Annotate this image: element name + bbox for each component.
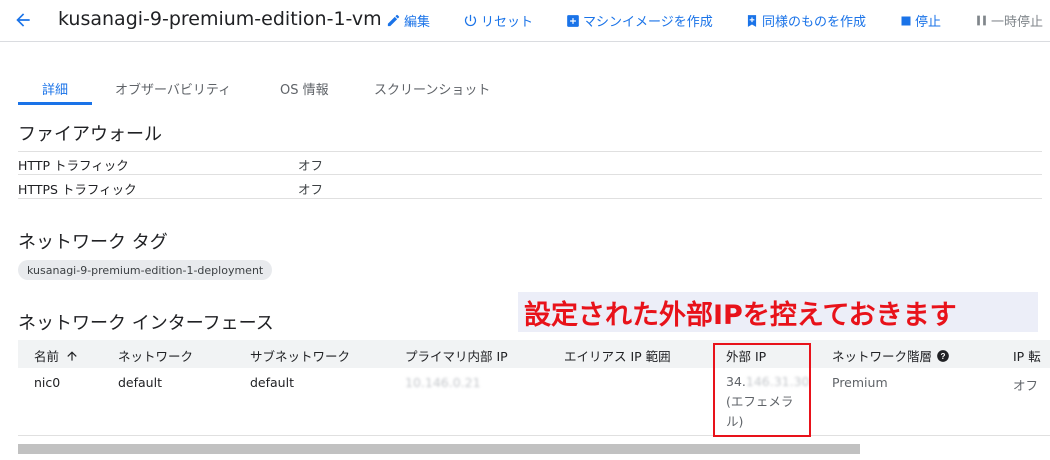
network-interfaces-title: ネットワーク インターフェース — [18, 313, 274, 334]
create-similar-label: 同様のものを作成 — [762, 15, 867, 30]
column-header-subnet[interactable]: サブネットワーク — [250, 346, 350, 365]
stop-button[interactable]: 停止 — [900, 11, 941, 30]
cell-subnet[interactable]: default — [250, 375, 294, 390]
cell-tier: Premium — [832, 375, 888, 390]
firewall-title: ファイアウォール — [18, 124, 162, 145]
column-header-name[interactable]: 名前 — [34, 346, 79, 365]
annotation-callout: 設定された外部IPを控えておきます — [518, 292, 1038, 332]
edit-button[interactable]: 編集 — [386, 11, 430, 30]
stop-icon — [901, 16, 911, 25]
tab-observability[interactable]: オブザーバビリティ — [115, 79, 231, 98]
firewall-key: HTTPS トラフィック — [18, 182, 137, 197]
suspend-button[interactable]: 一時停止 — [975, 11, 1043, 30]
back-button[interactable] — [10, 7, 36, 33]
arrow-up-icon — [67, 350, 77, 361]
tab-details[interactable]: 詳細 — [42, 79, 68, 98]
pencil-icon — [387, 14, 400, 27]
create-similar-button[interactable]: 同様のものを作成 — [745, 11, 866, 30]
page-title: kusanagi-9-premium-edition-1-vm — [58, 8, 382, 30]
suspend-label: 一時停止 — [991, 15, 1044, 30]
reset-label: リセット — [481, 15, 534, 30]
add-box-icon — [567, 14, 579, 27]
horizontal-scrollbar[interactable] — [18, 444, 860, 454]
create-machine-image-button[interactable]: マシンイメージを作成 — [566, 11, 713, 30]
edit-label: 編集 — [404, 15, 431, 30]
external-ip-highlight-box — [713, 343, 811, 437]
create-machine-image-label: マシンイメージを作成 — [583, 15, 713, 30]
active-tab-indicator — [18, 102, 92, 105]
network-tags-title: ネットワーク タグ — [18, 232, 168, 253]
firewall-row-https: HTTPS トラフィック オフ — [18, 175, 1042, 199]
column-tier-label: ネットワーク階層 — [832, 349, 933, 364]
cell-network[interactable]: default — [118, 375, 162, 390]
tab-screenshot[interactable]: スクリーンショット — [374, 79, 490, 98]
pause-icon — [977, 15, 986, 26]
column-header-tier[interactable]: ネットワーク階層 ? — [832, 346, 950, 365]
column-header-network[interactable]: ネットワーク — [118, 346, 193, 365]
network-tag-chip: kusanagi-9-premium-edition-1-deployment — [18, 260, 273, 280]
add-bookmark-icon — [747, 14, 757, 27]
cell-name: nic0 — [34, 375, 61, 390]
vm-header: kusanagi-9-premium-edition-1-vm 編集 リセット … — [0, 0, 1050, 42]
svg-text:?: ? — [941, 351, 946, 360]
tab-os-info[interactable]: OS 情報 — [280, 79, 329, 98]
cell-ip-forward: オフ — [1013, 378, 1039, 393]
detail-tabs: 詳細 オブザーバビリティ OS 情報 スクリーンショット — [18, 74, 1050, 106]
firewall-row-http: HTTP トラフィック オフ — [18, 151, 1042, 175]
firewall-key: HTTP トラフィック — [18, 158, 129, 173]
interfaces-table-header: 名前 ネットワーク サブネットワーク プライマリ内部 IP エイリアス IP 範… — [18, 340, 1050, 368]
reset-button[interactable]: リセット — [463, 11, 533, 30]
arrow-back-icon — [16, 13, 30, 27]
column-header-alias-ip[interactable]: エイリアス IP 範囲 — [564, 346, 671, 365]
firewall-value: オフ — [298, 158, 324, 173]
table-row: nic0 default default 10.146.0.21 34.146.… — [18, 368, 1050, 436]
column-header-ip-forward[interactable]: IP 転 — [1013, 346, 1041, 365]
help-icon[interactable]: ? — [936, 349, 950, 363]
column-header-primary-ip[interactable]: プライマリ内部 IP — [405, 346, 508, 365]
cell-primary-ip: 10.146.0.21 — [405, 375, 481, 390]
firewall-value: オフ — [298, 182, 324, 197]
column-name-label: 名前 — [34, 349, 60, 364]
stop-label: 停止 — [915, 15, 942, 30]
power-icon — [464, 14, 477, 27]
